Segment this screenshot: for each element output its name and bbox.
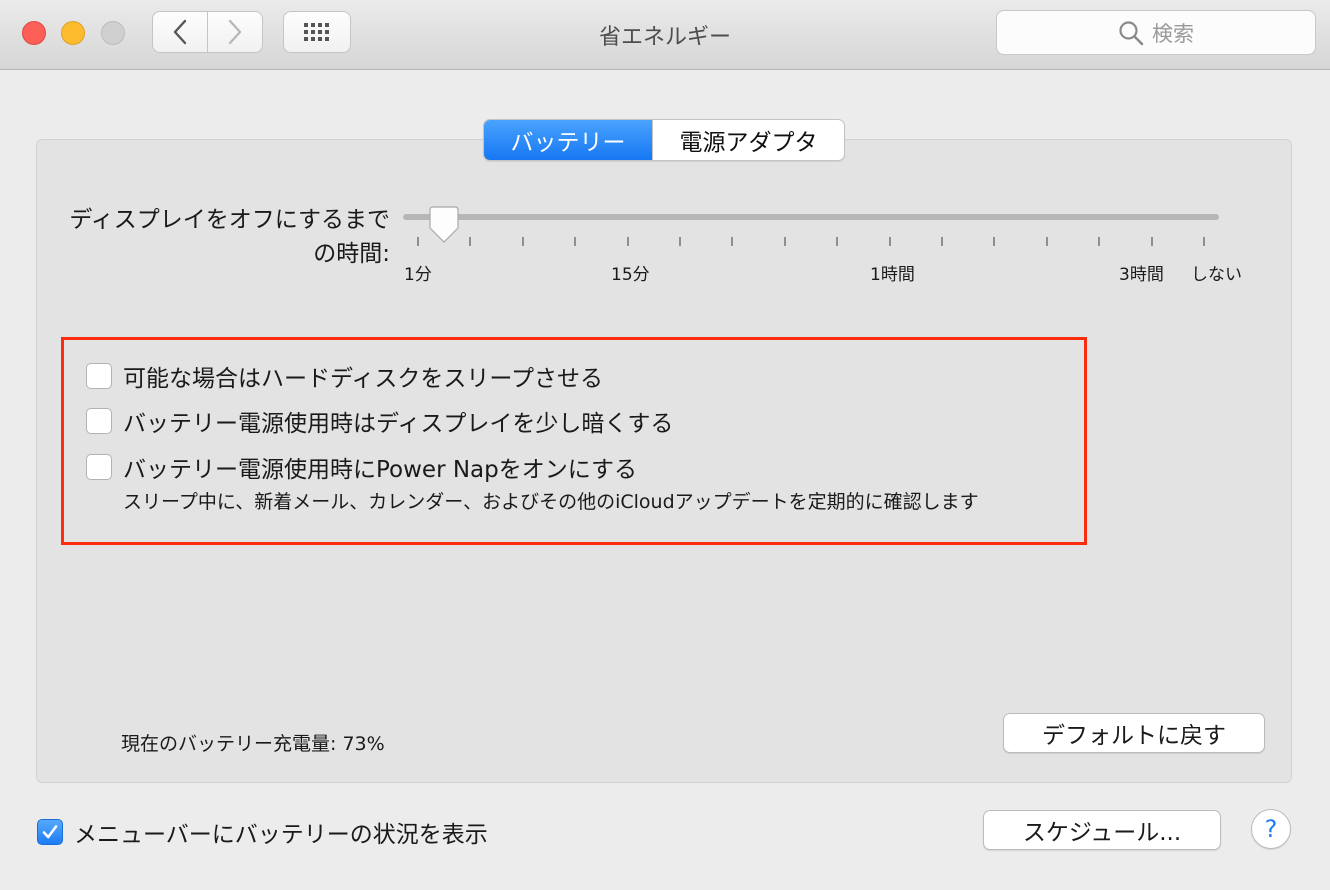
show-battery-checkbox[interactable] <box>37 819 63 845</box>
display-sleep-slider-track[interactable] <box>403 214 1219 220</box>
display-sleep-label-line2: の時間: <box>313 241 390 267</box>
slider-tick <box>679 237 681 246</box>
tick-label-1hour: 1時間 <box>870 265 915 285</box>
dim-display-checkbox[interactable] <box>86 408 112 434</box>
slider-tick <box>417 237 419 246</box>
power-nap-description: スリープ中に、新着メール、カレンダー、およびその他のiCloudアップデートを定… <box>123 491 979 513</box>
option-show-battery-in-menubar[interactable]: メニューバーにバッテリーの状況を表示 <box>37 815 488 849</box>
search-placeholder: 検索 <box>1152 21 1194 46</box>
tick-label-1min: 1分 <box>404 265 432 285</box>
tab-battery[interactable]: バッテリー <box>484 120 652 160</box>
slider-tick <box>783 237 786 246</box>
schedule-button[interactable]: スケジュール... <box>983 810 1221 850</box>
slider-tick <box>1098 237 1101 246</box>
search-icon <box>1119 20 1144 45</box>
tab-power-adapter[interactable]: 電源アダプタ <box>652 120 844 160</box>
power-source-tabs: バッテリー 電源アダプタ <box>483 119 845 161</box>
slider-tick <box>1045 237 1048 246</box>
slider-tick <box>731 237 734 246</box>
display-sleep-label: ディスプレイをオフにするまで の時間: <box>40 203 390 271</box>
hard-disk-sleep-label: 可能な場合はハードディスクをスリープさせる <box>123 366 604 392</box>
slider-tick <box>1150 237 1153 246</box>
restore-defaults-button[interactable]: デフォルトに戻す <box>1003 713 1265 753</box>
power-nap-label: バッテリー電源使用時にPower Napをオンにする <box>123 457 637 483</box>
tick-label-3hours: 3時間 <box>1119 265 1164 285</box>
show-battery-label: メニューバーにバッテリーの状況を表示 <box>74 822 488 848</box>
display-sleep-label-line1: ディスプレイをオフにするまで <box>69 207 390 233</box>
search-field[interactable]: 検索 <box>996 10 1316 55</box>
title-bar: 省エネルギー 検索 <box>0 0 1330 70</box>
slider-tick <box>521 237 524 246</box>
hard-disk-sleep-checkbox[interactable] <box>86 363 112 389</box>
battery-charge-status: 現在のバッテリー充電量: 73% <box>121 733 385 755</box>
slider-tick <box>941 237 943 246</box>
slider-tick <box>469 237 472 246</box>
tick-label-15min: 15分 <box>611 265 650 285</box>
dim-display-label: バッテリー電源使用時はディスプレイを少し暗くする <box>123 411 674 437</box>
slider-tick <box>1203 237 1205 246</box>
help-button[interactable]: ? <box>1251 809 1291 849</box>
slider-tick <box>888 237 891 246</box>
power-nap-checkbox[interactable] <box>86 454 112 480</box>
option-dim-display[interactable]: バッテリー電源使用時はディスプレイを少し暗くする <box>86 404 673 438</box>
option-power-nap[interactable]: バッテリー電源使用時にPower Napをオンにする <box>86 450 637 484</box>
slider-tick <box>626 237 629 246</box>
slider-tick <box>574 237 577 246</box>
tick-label-never: しない <box>1191 265 1242 285</box>
display-sleep-slider-thumb[interactable] <box>429 206 459 244</box>
checkmark-icon <box>42 825 58 839</box>
option-hard-disk-sleep[interactable]: 可能な場合はハードディスクをスリープさせる <box>86 359 603 393</box>
slider-tick <box>993 237 996 246</box>
slider-tick <box>836 237 839 246</box>
